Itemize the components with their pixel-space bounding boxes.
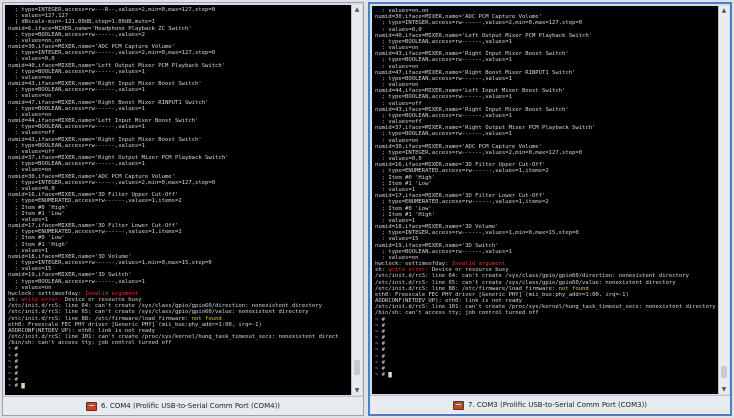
status-bar: 6. COM4 (Prolific USB-to-Serial Comm Por… (3, 396, 363, 415)
terminal-line: ~ # █ (8, 383, 25, 390)
serial-port-icon (85, 401, 97, 411)
terminal-pane-com4[interactable]: ; type=INTEGER,access=rw---R--,values=2,… (2, 2, 364, 416)
terminal-line: ~ # █ (375, 372, 392, 379)
terminal-line: /etc/init.d/rcS: line 65: can't create /… (375, 279, 676, 286)
chevron-up-icon[interactable]: ▲ (719, 6, 729, 15)
scrollbar-thumb[interactable] (721, 366, 727, 378)
terminal-lines: ; type=INTEGER,access=rw---R--,values=2,… (5, 5, 351, 392)
status-label: 6. COM4 (Prolific USB-to-Serial Comm Por… (100, 402, 281, 410)
vertical-scrollbar[interactable]: ▲ ▼ (718, 6, 729, 394)
terminal-lines: : values=on,on numid=30,iface=MIXER,name=… (372, 6, 718, 380)
status-label: 7. COM3 (Prolific USB-to-Serial Comm Por… (467, 401, 648, 409)
serial-port-icon (452, 400, 464, 410)
chevron-down-icon[interactable]: ▼ (719, 385, 729, 394)
terminal-line: /etc/init.d/rcS: line 64: can't create /… (375, 273, 689, 280)
chevron-down-icon[interactable]: ▼ (352, 386, 362, 395)
status-bar: 7. COM3 (Prolific USB-to-Serial Comm Por… (370, 395, 730, 414)
terminal-output[interactable]: : values=on,on numid=30,iface=MIXER,name=… (372, 6, 718, 394)
chevron-up-icon[interactable]: ▲ (352, 5, 362, 14)
terminal-output[interactable]: ; type=INTEGER,access=rw---R--,values=2,… (5, 5, 351, 395)
terminal-line: /etc/init.d/rcS: line 65: can't create /… (8, 309, 309, 316)
vertical-scrollbar[interactable]: ▲ ▼ (351, 5, 362, 395)
terminal-pane-com3[interactable]: : values=on,on numid=30,iface=MIXER,name=… (368, 2, 732, 416)
scrollbar-thumb[interactable] (354, 360, 360, 375)
